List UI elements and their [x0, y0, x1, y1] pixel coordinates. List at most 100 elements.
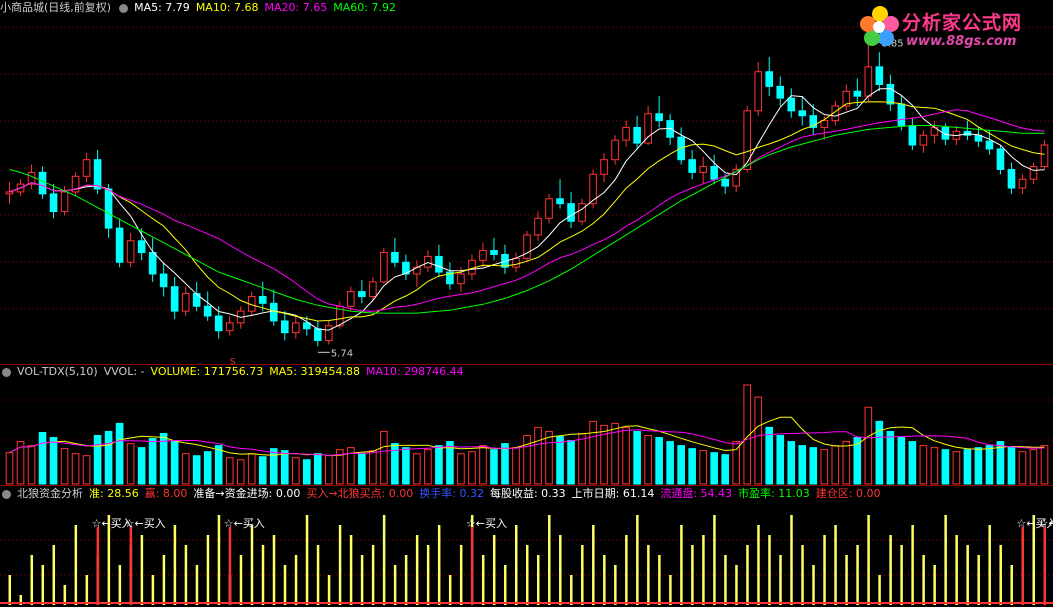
candle-body — [391, 252, 399, 263]
indicator-bar — [371, 545, 375, 605]
indicator-bar — [393, 565, 397, 605]
volume-bar — [523, 435, 531, 485]
indicator-bar — [966, 545, 969, 605]
indicator-bar — [713, 515, 716, 605]
chart-stage: 小商品城(日线,前复权) MA5: 7.79 MA10: 7.68 MA20: 7.6… — [0, 0, 1053, 607]
candle-body — [699, 166, 707, 173]
indicator-bar — [790, 515, 793, 605]
buy-signal-bar — [228, 527, 232, 605]
buy-signal-bar — [1021, 527, 1024, 605]
candle-body — [688, 159, 696, 173]
volume-bar — [479, 445, 487, 485]
candle-body — [622, 126, 630, 141]
volume-bar — [897, 437, 906, 485]
indicator-bar — [647, 545, 650, 605]
candle-body — [60, 191, 69, 212]
low-label: 5.74 — [331, 348, 353, 359]
volume-bar — [258, 456, 267, 485]
indicator-bar — [559, 535, 562, 605]
volume-bar — [137, 447, 146, 485]
buy-label: ☆←买入 — [466, 517, 507, 530]
candle-body — [214, 315, 223, 332]
candle-body — [159, 273, 168, 288]
volume-bar — [809, 447, 818, 485]
candle-body — [820, 120, 829, 128]
volume-bar — [622, 426, 630, 485]
indicator-bar — [845, 555, 848, 605]
indicator-bar — [856, 545, 859, 605]
candle-body — [776, 85, 785, 99]
volume-bar — [391, 443, 399, 485]
volume-bar — [567, 440, 575, 485]
volume-bar — [71, 453, 80, 485]
volume-bar — [269, 448, 278, 485]
volume-bar — [214, 445, 223, 485]
volume-bar — [291, 457, 300, 485]
buy-signal-bar — [129, 527, 133, 605]
indicator-bar — [426, 545, 430, 605]
candle-body — [512, 257, 520, 268]
indicator-bar — [823, 535, 826, 605]
indicator-bar — [955, 535, 958, 605]
volume-bar — [170, 441, 179, 485]
candle-body — [523, 234, 531, 259]
indicator-bar — [614, 565, 617, 605]
indicator-bar — [261, 545, 265, 605]
candle-body — [468, 259, 476, 275]
ma5-line — [9, 87, 1045, 331]
volume-bar — [325, 455, 333, 485]
flower-logo-icon — [860, 6, 899, 46]
candle-body — [479, 250, 487, 261]
stock-chart-svg: 8.855.74S☆←买入☆←买入☆←买入☆←买入☆←买入☆←买入 — [0, 26, 1053, 605]
indicator-bar — [768, 535, 771, 605]
indicator-bar — [217, 515, 221, 605]
candle-body — [435, 255, 443, 273]
candle-body — [424, 255, 432, 268]
indicator-bar — [801, 545, 804, 605]
volume-bar — [369, 450, 377, 485]
indicator-bar — [878, 575, 881, 605]
indicator-bar — [250, 525, 254, 605]
indicator-bar — [757, 525, 760, 605]
indicator-bar — [735, 565, 738, 605]
volume-bar — [236, 459, 245, 485]
indicator-bar — [338, 525, 342, 605]
indicator-bar — [999, 545, 1002, 605]
volume-bar — [798, 445, 807, 485]
indicator-bar — [779, 555, 782, 605]
candle-body — [545, 198, 553, 219]
volume-bar — [842, 441, 851, 485]
volume-bar — [49, 437, 58, 485]
candle-body — [347, 291, 355, 307]
volume-bar — [864, 406, 873, 485]
indicator-bar — [867, 515, 870, 605]
indicator-bar — [349, 535, 353, 605]
candle-body — [280, 320, 289, 334]
indicator-bar — [305, 515, 309, 605]
volume-bar — [126, 443, 135, 485]
candle-body — [380, 252, 388, 283]
candle-body — [798, 110, 807, 117]
candle-body — [82, 159, 91, 177]
volume-bar — [677, 445, 685, 485]
volume-bar — [313, 453, 322, 485]
indicator-bar — [404, 555, 408, 605]
candle-body — [908, 124, 917, 146]
signal-mark: S — [230, 357, 236, 367]
indicator-bar — [8, 575, 12, 605]
indicator-bar — [415, 535, 419, 605]
indicator-bar — [437, 525, 441, 605]
volume-bar — [490, 449, 498, 485]
volume-bar — [721, 454, 729, 485]
volume-bar — [974, 447, 983, 485]
candle-body — [567, 203, 575, 222]
volume-bar — [501, 443, 509, 485]
indicator-bar — [272, 535, 276, 605]
volume-bar — [93, 435, 102, 485]
volume-bar — [280, 450, 289, 485]
candle-body — [721, 178, 729, 187]
volume-bar — [148, 438, 157, 485]
candle-body — [1029, 166, 1038, 180]
volume-bar — [831, 445, 840, 485]
volume-bar — [1040, 445, 1049, 485]
